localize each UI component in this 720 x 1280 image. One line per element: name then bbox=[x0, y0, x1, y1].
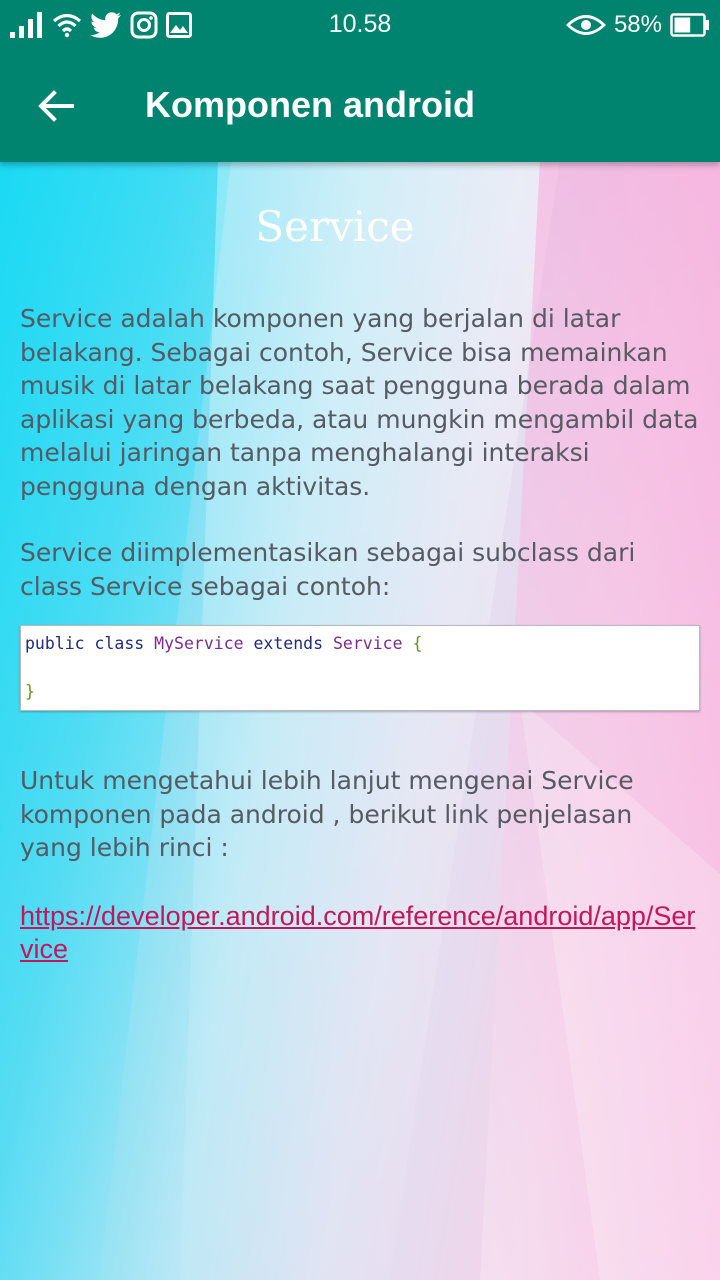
implementation-paragraph: Service diimplementasikan sebagai subcla… bbox=[20, 538, 636, 601]
arrow-left-icon bbox=[38, 90, 74, 122]
description-paragraph: Service adalah komponen yang berjalan di… bbox=[20, 304, 699, 501]
code-class-name: MyService bbox=[154, 634, 244, 653]
status-bar: 10.58 58% bbox=[0, 0, 720, 50]
code-keyword: public bbox=[25, 634, 85, 653]
eye-icon bbox=[565, 14, 606, 36]
reference-link[interactable]: https://developer.android.com/reference/… bbox=[20, 900, 700, 966]
status-right-icons: 58% bbox=[565, 9, 710, 41]
code-keyword: extends bbox=[253, 634, 324, 653]
code-brace: } bbox=[25, 682, 35, 701]
more-info-paragraph: Untuk mengetahui lebih lanjut mengenai S… bbox=[20, 766, 634, 862]
code-line: } bbox=[25, 682, 35, 701]
page-title: Komponen android bbox=[145, 84, 475, 125]
content-area[interactable]: Service Service adalah komponen yang ber… bbox=[0, 162, 720, 1280]
battery-icon bbox=[670, 13, 710, 37]
code-keyword: class bbox=[94, 634, 145, 653]
code-parent-class: Service bbox=[332, 634, 403, 653]
battery-percent: 58% bbox=[613, 11, 662, 38]
screen: 10.58 58% Komponen android Service Servi… bbox=[0, 0, 720, 1280]
back-button[interactable] bbox=[28, 78, 84, 134]
section-title: Service bbox=[255, 202, 415, 251]
app-bar: Komponen android bbox=[0, 50, 720, 162]
code-brace: { bbox=[412, 634, 423, 653]
code-snippet: public class MyService extends Service {… bbox=[20, 625, 700, 711]
code-line: public class MyService extends Service { bbox=[25, 634, 422, 653]
